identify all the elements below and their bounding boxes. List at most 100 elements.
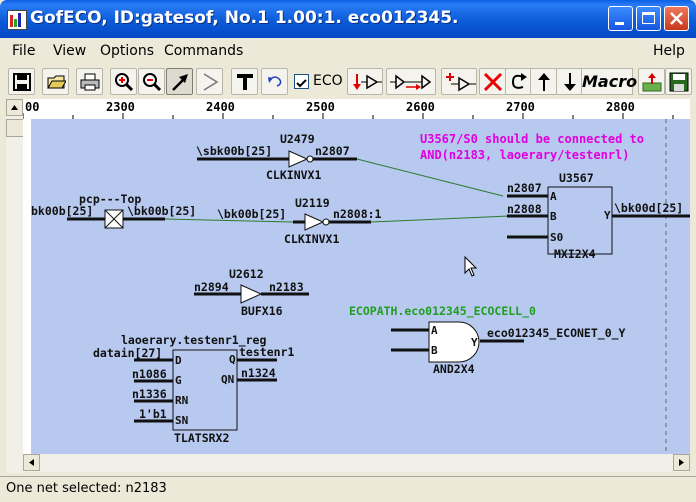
- minimize-button[interactable]: [608, 6, 633, 31]
- save-disk-icon: [669, 72, 689, 92]
- reg-pin-sn: SN: [175, 414, 188, 427]
- rotate-icon: [511, 73, 527, 89]
- status-text: One net selected: n2183: [6, 481, 167, 496]
- print-button[interactable]: [76, 68, 103, 95]
- vertical-scrollbar[interactable]: [6, 99, 24, 473]
- rotate-button[interactable]: [505, 68, 532, 95]
- reg-pin-qn: QN: [221, 373, 234, 386]
- schematic-drawing: U3567/S0 should be connected to AND(n218…: [31, 119, 690, 454]
- u3567-pin-a: A: [550, 190, 557, 203]
- pcp-in-net: bk00b[25]: [31, 204, 93, 218]
- reg-pin-d: D: [175, 354, 182, 367]
- reg-net-qn: n1324: [241, 366, 276, 380]
- u2119-out-net: n2808:1: [333, 207, 382, 221]
- u2119-type: CLKINVX1: [284, 232, 339, 246]
- u3567-out-net: \bk00d[25]: [614, 201, 683, 215]
- eco-checkbox-label: ECO: [313, 73, 343, 89]
- vertical-scroll-thumb[interactable]: [6, 119, 24, 137]
- u2119-in-net: \bk00b[25]: [217, 207, 286, 221]
- zoom-in-icon: [115, 73, 134, 92]
- schematic-canvas[interactable]: U3567/S0 should be connected to AND(n218…: [31, 119, 690, 454]
- close-button[interactable]: [664, 6, 689, 31]
- u3567-net-b: n2808: [507, 202, 542, 216]
- u2612-out-net: n2183: [269, 280, 304, 294]
- menu-bar: File View Options Commands Help: [0, 38, 696, 64]
- u3567-name: U3567: [559, 171, 594, 185]
- text-icon: [237, 74, 253, 90]
- title-bar: GofECO, ID:gatesof, No.1 1.00:1. eco0123…: [0, 0, 696, 38]
- export-icon: [642, 73, 662, 92]
- chevron-left-icon: [29, 459, 34, 466]
- and-pin-a: A: [431, 324, 438, 337]
- u3567-type: MXI2X4: [554, 247, 596, 261]
- horizontal-scrollbar[interactable]: [23, 454, 690, 472]
- status-bar: One net selected: n2183: [0, 476, 696, 502]
- run-button[interactable]: [196, 68, 223, 95]
- undo-button[interactable]: [261, 68, 288, 95]
- app-icon: [7, 10, 27, 30]
- u2612-in-net: n2894: [194, 280, 229, 294]
- open-icon: [47, 75, 66, 89]
- u2612-type: BUFX16: [241, 304, 283, 318]
- u2479-out-net: n2807: [315, 144, 350, 158]
- zoom-in-button[interactable]: [110, 68, 137, 95]
- u3567-net-a: n2807: [507, 181, 542, 195]
- save-button[interactable]: [8, 68, 35, 95]
- u2119-name: U2119: [295, 196, 330, 210]
- menu-view[interactable]: View: [53, 43, 86, 59]
- reg-net-q: testenr1: [239, 345, 294, 359]
- text-tool-button[interactable]: [231, 68, 258, 95]
- reg-net-d: datain[27]: [93, 346, 162, 360]
- arrow-up-icon: [538, 73, 550, 91]
- chevron-right-icon: [679, 459, 684, 466]
- print-icon: [80, 73, 100, 91]
- eco-checkbox[interactable]: [294, 74, 309, 89]
- and-out-net: eco012345_ECONET_0_Y: [487, 326, 626, 341]
- u3567-pin-s0: S0: [550, 231, 563, 244]
- reg-type: TLATSRX2: [174, 431, 229, 445]
- ecopath-label: ECOPATH.eco012345_ECOCELL_0: [349, 304, 536, 319]
- insert-buffer-button[interactable]: [386, 68, 436, 95]
- maximize-button[interactable]: [636, 6, 661, 31]
- open-button[interactable]: [42, 68, 69, 95]
- insert-gate-button[interactable]: [347, 68, 383, 95]
- ruler-ticks: [23, 113, 674, 119]
- scroll-left-button[interactable]: [23, 454, 40, 471]
- add-gate-icon: [446, 73, 476, 92]
- save-disk-button[interactable]: [665, 68, 692, 95]
- and-pin-y: Y: [471, 336, 478, 349]
- macro-button[interactable]: Macro: [581, 68, 637, 95]
- chevron-up-icon: [11, 105, 18, 110]
- checkmark-icon: [296, 79, 307, 88]
- export-button[interactable]: [638, 68, 665, 95]
- menu-file[interactable]: File: [12, 43, 35, 59]
- zoom-out-button[interactable]: [138, 68, 165, 95]
- menu-options[interactable]: Options: [100, 43, 154, 59]
- reg-pin-rn: RN: [175, 394, 188, 407]
- menu-help[interactable]: Help: [653, 43, 685, 59]
- horizontal-ruler: 00 2300 2400 2500 2600 2700 2800: [23, 99, 690, 120]
- reg-net-rn: n1336: [132, 387, 167, 401]
- scroll-right-button[interactable]: [673, 454, 690, 471]
- select-tool-button[interactable]: [166, 68, 193, 95]
- u2479-type: CLKINVX1: [266, 168, 321, 182]
- move-down-button[interactable]: [556, 68, 583, 95]
- scroll-up-button[interactable]: [6, 99, 23, 116]
- reg-net-g: n1086: [132, 367, 167, 381]
- u2479-name: U2479: [280, 132, 315, 146]
- delete-button[interactable]: [479, 68, 506, 95]
- and-type: AND2X4: [433, 362, 475, 376]
- arrow-down-icon: [564, 73, 576, 91]
- delete-icon: [483, 72, 503, 92]
- vertical-ruler: [23, 119, 31, 454]
- reg-pin-g: G: [175, 374, 182, 387]
- close-icon: [670, 12, 683, 25]
- add-gate-button[interactable]: [441, 68, 477, 95]
- u3567-pin-b: B: [550, 210, 557, 223]
- menu-commands[interactable]: Commands: [164, 43, 243, 59]
- u3567-pin-y: Y: [604, 209, 611, 222]
- insert-gate-icon: [353, 74, 382, 90]
- mouse-cursor: [464, 255, 478, 277]
- insert-buffer-icon: [390, 74, 432, 90]
- move-up-button[interactable]: [530, 68, 557, 95]
